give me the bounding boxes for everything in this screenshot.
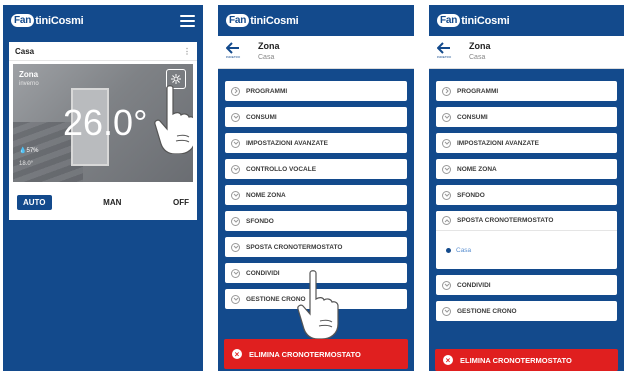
home-option[interactable]: Casa xyxy=(436,231,617,269)
menu-icon[interactable] xyxy=(180,14,195,27)
back-button[interactable]: INDIETRO xyxy=(224,42,242,62)
top-bar: Fan tiniCosmi xyxy=(218,5,414,36)
menu-item-sfondo[interactable]: SFONDO xyxy=(225,211,407,231)
chevron-down-icon xyxy=(231,164,240,174)
temperature-value: 26.0° xyxy=(63,102,148,143)
brand-logo: Fan tiniCosmi xyxy=(226,14,299,27)
chevron-down-icon xyxy=(442,190,451,200)
settings-menu: PROGRAMMI CONSUMI IMPOSTAZIONI AVANZATE … xyxy=(436,81,617,327)
zone-status: inverno xyxy=(19,81,39,87)
brand-logo: Fan tiniCosmi xyxy=(11,14,84,27)
thermostat-card: Casa ⋮ Zona inverno 26.0° 💧57% 18.0° AUT… xyxy=(9,42,197,220)
page-title: Zona xyxy=(258,41,280,51)
mode-man-button[interactable]: MAN xyxy=(103,198,121,207)
top-bar: Fan tiniCosmi xyxy=(429,5,624,36)
zone-header: INDIETRO Zona Casa xyxy=(429,36,624,69)
chevron-down-icon xyxy=(442,280,451,290)
mode-bar: AUTO MAN OFF xyxy=(9,190,197,214)
menu-item-nome-zona[interactable]: NOME ZONA xyxy=(225,185,407,205)
home-screen: Fan tiniCosmi Casa ⋮ Zona inverno 26.0° 💧… xyxy=(3,5,203,371)
menu-item-sposta-cronotermostato[interactable]: SPOSTA CRONOTERMOSTATO xyxy=(225,237,407,257)
chevron-down-icon xyxy=(231,216,240,226)
menu-item-condividi[interactable]: CONDIVIDI xyxy=(436,275,617,295)
humidity-readout: 💧57% xyxy=(19,148,39,154)
tap-hand-icon xyxy=(297,270,339,339)
chevron-down-icon xyxy=(442,306,451,316)
menu-item-nome-zona[interactable]: NOME ZONA xyxy=(436,159,617,179)
delete-thermostat-button[interactable]: × ELIMINA CRONOTERMOSTATO xyxy=(435,349,618,371)
back-icon xyxy=(226,42,239,54)
tap-hand-icon xyxy=(154,85,193,154)
chevron-down-icon xyxy=(231,294,240,304)
menu-item-controllo-vocale[interactable]: CONTROLLO VOCALE xyxy=(225,159,407,179)
chevron-down-icon xyxy=(442,138,451,148)
chevron-down-icon xyxy=(231,190,240,200)
back-icon xyxy=(437,42,450,54)
menu-item-sposta-cronotermostato[interactable]: SPOSTA CRONOTERMOSTATO xyxy=(436,211,617,231)
zone-header: INDIETRO Zona Casa xyxy=(218,36,414,69)
menu-item-impostazioni-avanzate[interactable]: IMPOSTAZIONI AVANZATE xyxy=(436,133,617,153)
chevron-up-icon xyxy=(442,216,451,225)
move-thermostat-screen: Fan tiniCosmi INDIETRO Zona Casa PROGRAMM… xyxy=(429,5,624,371)
menu-item-consumi[interactable]: CONSUMI xyxy=(225,107,407,127)
back-button[interactable]: INDIETRO xyxy=(435,42,453,62)
mode-off-button[interactable]: OFF xyxy=(173,198,189,207)
chevron-down-icon xyxy=(231,268,240,278)
menu-item-gestione-crono[interactable]: GESTIONE CRONO xyxy=(436,301,617,321)
menu-item-impostazioni-avanzate[interactable]: IMPOSTAZIONI AVANZATE xyxy=(225,133,407,153)
page-title: Zona xyxy=(469,41,491,51)
more-icon[interactable]: ⋮ xyxy=(183,47,191,56)
chevron-right-icon xyxy=(231,86,240,96)
chevron-right-icon xyxy=(442,86,451,96)
zone-settings-screen: Fan tiniCosmi INDIETRO Zona Casa PROGRAMM… xyxy=(218,5,414,371)
radio-selected-icon xyxy=(446,247,451,253)
menu-item-programmi[interactable]: PROGRAMMI xyxy=(436,81,617,101)
menu-item-sfondo[interactable]: SFONDO xyxy=(436,185,617,205)
menu-item-consumi[interactable]: CONSUMI xyxy=(436,107,617,127)
chevron-down-icon xyxy=(442,112,451,122)
expanded-section: SPOSTA CRONOTERMOSTATO Casa xyxy=(436,211,617,269)
chevron-down-icon xyxy=(231,138,240,148)
mode-auto-button[interactable]: AUTO xyxy=(17,194,52,210)
chevron-down-icon xyxy=(231,112,240,122)
zone-name: Zona xyxy=(19,70,39,79)
top-bar: Fan tiniCosmi xyxy=(3,5,203,36)
chevron-down-icon xyxy=(442,164,451,174)
brand-logo: Fan tiniCosmi xyxy=(437,14,510,27)
close-icon: × xyxy=(232,349,242,359)
menu-item-programmi[interactable]: PROGRAMMI xyxy=(225,81,407,101)
close-icon: × xyxy=(443,355,453,365)
page-subtitle: Casa xyxy=(469,54,486,61)
zone-tile[interactable]: Zona inverno 26.0° 💧57% 18.0° xyxy=(13,64,193,182)
setpoint-value: 18.0° xyxy=(19,161,34,167)
home-selector[interactable]: Casa ⋮ xyxy=(9,42,197,61)
chevron-down-icon xyxy=(231,242,240,252)
page-subtitle: Casa xyxy=(258,54,275,61)
delete-thermostat-button[interactable]: × ELIMINA CRONOTERMOSTATO xyxy=(224,339,408,369)
home-label: Casa xyxy=(15,46,35,56)
